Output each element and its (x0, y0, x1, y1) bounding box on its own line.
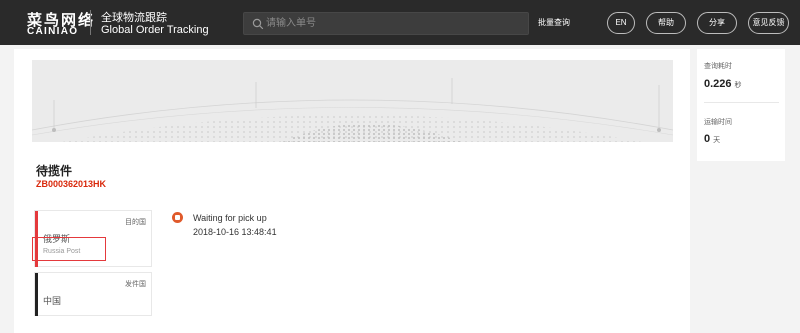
event-timestamp: 2018-10-16 13:48:41 (193, 227, 277, 237)
page-subtitle-cn: 全球物流跟踪 (101, 12, 167, 24)
origin-indicator (35, 273, 38, 316)
top-header: 菜鸟网络 CAINIAO 全球物流跟踪 Global Order Trackin… (0, 0, 800, 45)
language-button[interactable]: EN (607, 12, 635, 34)
origin-country: 中国 (43, 296, 62, 306)
tracking-number: ZB000362013HK (36, 179, 107, 189)
route-map (32, 60, 673, 142)
origin-box: 发件国 中国 (34, 272, 152, 316)
page-subtitle-en: Global Order Tracking (101, 24, 209, 36)
package-icon (172, 212, 183, 223)
transit-time-value: 0天 (704, 133, 720, 145)
logo-divider (90, 10, 91, 35)
search-box[interactable] (243, 12, 529, 35)
world-map-graphic (32, 78, 673, 142)
query-time-unit: 秒 (734, 82, 742, 89)
stats-divider (704, 102, 779, 103)
feedback-button[interactable]: 意见反馈 (748, 12, 789, 34)
transit-time-label: 运输时间 (704, 119, 732, 126)
help-button[interactable]: 帮助 (646, 12, 686, 34)
query-time-value: 0.226 秒 (704, 78, 742, 90)
search-input[interactable] (266, 15, 521, 32)
destination-label: 目的国 (125, 219, 146, 226)
transit-time-unit: 天 (713, 137, 721, 144)
transit-time-number: 0 (704, 133, 711, 145)
search-icon (252, 18, 264, 30)
query-time-label: 查询耗时 (704, 63, 732, 70)
query-time-number: 0.226 (704, 78, 732, 90)
highlight-rectangle (32, 237, 106, 261)
share-button[interactable]: 分享 (697, 12, 737, 34)
event-description: Waiting for pick up (193, 213, 267, 223)
logo-en[interactable]: CAINIAO (27, 26, 78, 37)
origin-label: 发件国 (125, 281, 146, 288)
shipment-status: 待揽件 (36, 164, 73, 178)
bulk-query-link[interactable]: 批量查询 (538, 17, 570, 28)
stats-panel: 查询耗时 0.226 秒 运输时间 0天 (697, 49, 785, 161)
